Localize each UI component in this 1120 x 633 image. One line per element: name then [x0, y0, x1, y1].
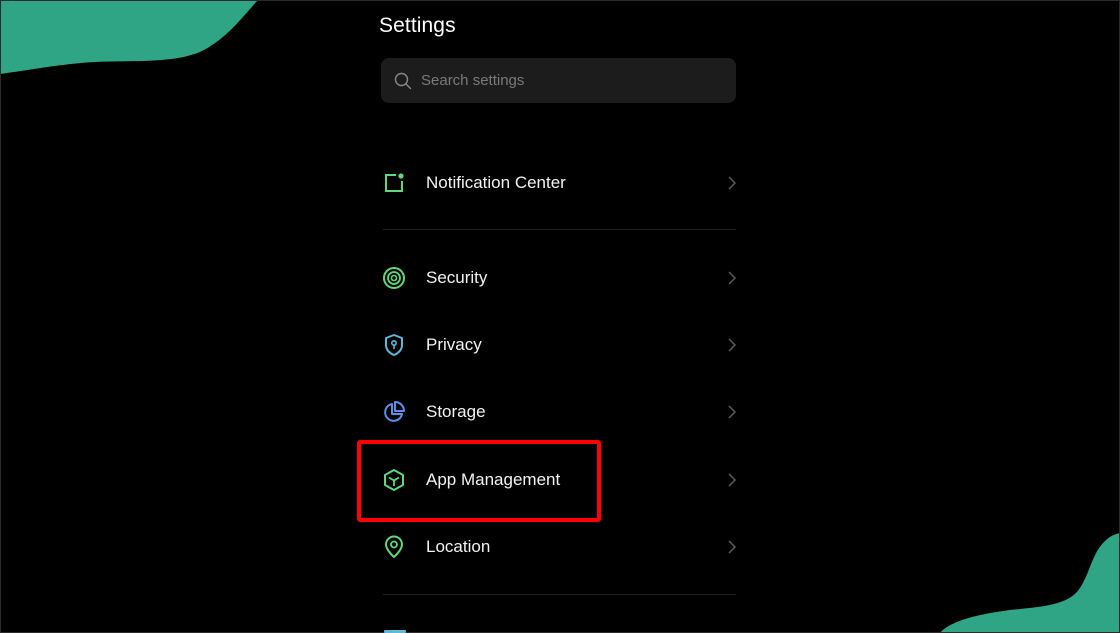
settings-item-app-management[interactable]: App Management — [381, 458, 737, 502]
decorative-blob-bottom-right — [940, 533, 1120, 633]
storage-pie-icon — [381, 399, 407, 425]
search-input[interactable]: Search settings — [381, 58, 736, 103]
settings-item-label: Location — [426, 537, 491, 556]
decorative-blob-top-left — [0, 0, 258, 74]
settings-item-notification-center[interactable]: Notification Center — [381, 161, 737, 205]
settings-item-label: Notification Center — [426, 173, 566, 192]
chevron-right-icon — [728, 338, 737, 352]
chevron-right-icon — [728, 540, 737, 554]
notification-icon — [381, 170, 407, 196]
chevron-right-icon — [728, 473, 737, 487]
page-title: Settings — [379, 14, 456, 37]
search-icon — [393, 71, 413, 91]
section-divider — [383, 229, 736, 230]
settings-item-label: App Management — [426, 470, 561, 489]
settings-item-label: Privacy — [426, 335, 482, 354]
section-divider — [383, 594, 736, 595]
privacy-shield-icon — [381, 332, 407, 358]
settings-item-label: Security — [426, 268, 488, 287]
settings-item-privacy[interactable]: Privacy — [381, 323, 737, 367]
security-icon — [381, 265, 407, 291]
chevron-right-icon — [728, 271, 737, 285]
search-placeholder: Search settings — [421, 72, 525, 89]
settings-item-location[interactable]: Location — [381, 525, 737, 569]
location-pin-icon — [381, 534, 407, 560]
settings-item-label: Storage — [426, 402, 486, 421]
settings-item-storage[interactable]: Storage — [381, 390, 737, 434]
chevron-right-icon — [728, 405, 737, 419]
settings-item-security[interactable]: Security — [381, 256, 737, 300]
app-cube-icon — [381, 467, 407, 493]
chevron-right-icon — [728, 176, 737, 190]
